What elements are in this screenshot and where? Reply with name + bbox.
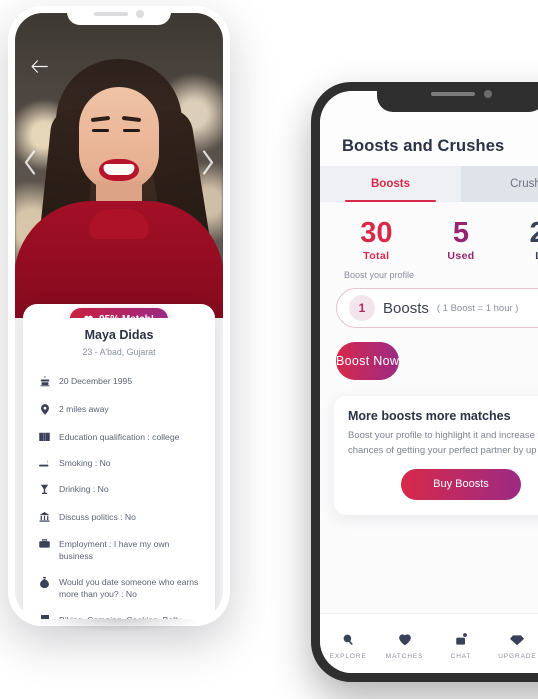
search-icon xyxy=(320,632,376,648)
match-percentage-label: 95% Match! xyxy=(99,314,154,319)
bottom-navigation: EXPLORE MATCHES CHAT UPGRADE xyxy=(320,613,538,673)
profile-facts-list: 20 December 1995 2 miles away Education … xyxy=(39,375,199,619)
cigarette-icon xyxy=(39,457,50,470)
fact-distance: 2 miles away xyxy=(39,403,199,418)
tab-boosts-label: Boosts xyxy=(371,178,410,190)
chevron-right-icon[interactable] xyxy=(201,148,215,183)
fact-politics: Discuss politics : No xyxy=(39,511,199,525)
boosts-crushes-tabs: Boosts Crushes xyxy=(320,166,538,202)
briefcase-icon xyxy=(39,538,50,551)
boost-quantity-selector[interactable]: 1 Boosts ( 1 Boost = 1 hour ) xyxy=(336,288,538,329)
speaker-grille-right xyxy=(430,92,475,96)
nav-item-chat[interactable]: CHAT xyxy=(433,628,489,660)
promo-body: Boost your profile to highlight it and i… xyxy=(348,430,538,456)
fact-drinking-text: Drinking : No xyxy=(59,484,109,494)
fact-drinking: Drinking : No xyxy=(39,483,199,498)
heart-icon: ❤ xyxy=(84,313,93,319)
boost-stats: 30 Total 5 Used 25 Left xyxy=(320,202,538,268)
government-icon xyxy=(39,511,50,525)
heart-icon xyxy=(376,632,432,648)
book-icon xyxy=(39,431,50,444)
nav-label-chat: CHAT xyxy=(450,652,472,660)
match-percentage-badge: ❤ 95% Match! xyxy=(69,308,169,319)
fact-distance-text: 2 miles away xyxy=(59,404,109,414)
photo-eye-right xyxy=(123,129,140,132)
nav-label-matches: MATCHES xyxy=(385,652,424,660)
drink-icon xyxy=(39,483,50,498)
fact-earnings-text: Would you date someone who earns more th… xyxy=(59,576,199,600)
chevron-left-icon[interactable] xyxy=(23,148,37,183)
boost-quantity-unit: Boosts xyxy=(383,299,429,317)
stat-total-label: Total xyxy=(363,250,390,263)
bookmark-icon xyxy=(39,614,50,619)
phone-left-device: ❤ 95% Match! Maya Didas 23 - A'bad, Guja… xyxy=(8,6,230,632)
nav-item-matches[interactable]: MATCHES xyxy=(376,628,432,660)
phone-left-notch xyxy=(67,6,171,25)
arrow-left-icon[interactable] xyxy=(31,59,48,76)
stat-total-value: 30 xyxy=(360,217,393,249)
promo-heading: More boosts more matches xyxy=(348,409,511,424)
tab-crushes-label: Crushes xyxy=(510,178,538,190)
page-title: Boosts and Crushes xyxy=(342,137,505,155)
fact-smoking: Smoking : No xyxy=(39,457,199,470)
nav-label-upgrade: UPGRADE xyxy=(498,652,537,660)
diamond-icon xyxy=(489,632,538,648)
stat-used-value: 5 xyxy=(452,217,470,249)
photo-eye-left xyxy=(92,129,109,132)
speaker-grille-left xyxy=(94,12,128,16)
stat-used: 5 Used xyxy=(433,217,489,263)
birthday-cake-icon xyxy=(39,375,50,390)
boost-now-button[interactable]: Boost Now xyxy=(336,342,400,381)
buy-boosts-button[interactable]: Buy Boosts xyxy=(401,468,521,500)
boost-duration-hint: ( 1 Boost = 1 hour ) xyxy=(436,302,519,314)
profile-photo: ❤ 95% Match! xyxy=(15,13,223,318)
phone-right-device: Boosts and Crushes Boosts Crushes 30 Tot… xyxy=(311,82,538,682)
fact-education-text: Education qualification : college xyxy=(59,432,180,442)
fact-interests-text: Biking. Camping. Cooking. Belly dancing.… xyxy=(59,614,199,619)
chat-icon xyxy=(433,632,489,648)
front-camera-right xyxy=(483,90,492,98)
nav-label-explore: EXPLORE xyxy=(329,652,367,660)
fact-birthday-text: 20 December 1995 xyxy=(59,376,133,386)
profile-subtitle: 23 - A'bad, Gujarat xyxy=(82,347,156,357)
fact-smoking-text: Smoking : No xyxy=(59,458,111,468)
boost-quantity-value: 1 xyxy=(349,295,375,322)
fact-education: Education qualification : college xyxy=(39,431,199,444)
fact-employment-text: Employment : I have my own business xyxy=(59,539,170,562)
profile-info-card: Maya Didas 23 - A'bad, Gujarat 20 Decemb… xyxy=(23,304,215,619)
front-camera-left xyxy=(136,10,144,18)
tab-crushes[interactable]: Crushes xyxy=(461,166,538,202)
fact-earnings: Would you date someone who earns more th… xyxy=(39,576,199,601)
photo-teeth xyxy=(103,164,135,175)
location-pin-icon xyxy=(39,403,50,418)
screenshot-stage: Boosts and Crushes Boosts Crushes 30 Tot… xyxy=(0,0,538,699)
nav-item-explore[interactable]: EXPLORE xyxy=(320,628,376,660)
fact-interests: Biking. Camping. Cooking. Belly dancing.… xyxy=(39,614,199,619)
phone-right-notch xyxy=(377,82,538,112)
stat-left-label: Left xyxy=(518,250,538,262)
money-bag-icon xyxy=(39,576,50,591)
stat-left-value: 25 xyxy=(529,217,538,249)
tab-boosts[interactable]: Boosts xyxy=(320,166,461,202)
stat-used-label: Used xyxy=(447,250,475,263)
fact-politics-text: Discuss politics : No xyxy=(59,512,136,522)
fact-employment: Employment : I have my own business xyxy=(39,538,199,563)
boosts-body: 30 Total 5 Used 25 Left Boost your profi… xyxy=(320,202,538,515)
stat-left: 25 Left xyxy=(518,217,538,263)
nav-item-upgrade[interactable]: UPGRADE xyxy=(489,628,538,660)
photo-collar xyxy=(89,209,149,239)
profile-name: Maya Didas xyxy=(84,328,154,342)
fact-birthday: 20 December 1995 xyxy=(39,375,199,390)
boost-note: Boost your profile xyxy=(344,270,415,281)
promo-card: More boosts more matches Boost your prof… xyxy=(334,396,538,515)
stat-total: 30 Total xyxy=(348,217,404,263)
phone-right-screen: Boosts and Crushes Boosts Crushes 30 Tot… xyxy=(320,91,538,673)
phone-left-screen: ❤ 95% Match! Maya Didas 23 - A'bad, Guja… xyxy=(15,13,223,619)
